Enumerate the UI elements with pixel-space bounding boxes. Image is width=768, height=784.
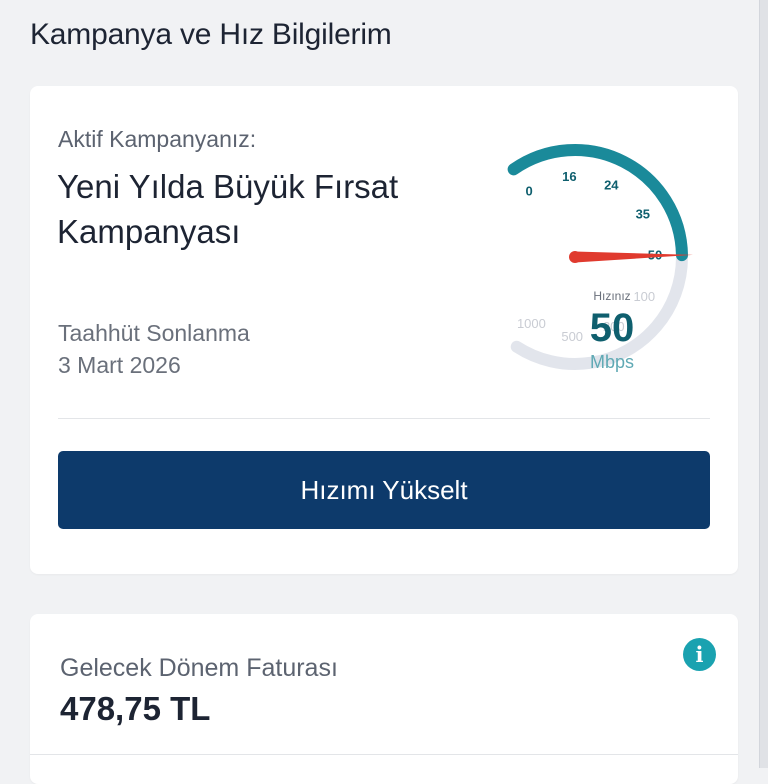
bill-card: Gelecek Dönem Faturası 478,75 TL i	[30, 614, 738, 784]
card-divider	[58, 418, 710, 419]
gauge-tick-500: 500	[561, 329, 583, 344]
info-icon[interactable]: i	[683, 638, 716, 671]
campaign-name: Yeni Yılda Büyük Fırsat Kampanyası	[57, 168, 399, 250]
speed-value: 50	[590, 306, 635, 350]
active-campaign-label: Aktif Kampanyanız:	[58, 126, 257, 152]
page-title: Kampanya ve Hız Bilgilerim	[30, 18, 392, 51]
speed-unit: Mbps	[590, 352, 634, 372]
speed-gauge: 0162435501002005001000 Hızınız 50 Mbps	[507, 144, 693, 372]
gauge-tick-24: 24	[604, 178, 619, 193]
gauge-progress	[507, 144, 688, 262]
gauge-needle-hub	[569, 251, 581, 263]
upgrade-speed-button[interactable]: Hızımı Yükselt	[58, 451, 710, 529]
gauge-tick-35: 35	[636, 207, 650, 222]
gauge-tick-1000: 1000	[517, 316, 546, 331]
gauge-tick-16: 16	[562, 169, 576, 184]
gauge-tick-100: 100	[633, 289, 655, 304]
bill-divider	[30, 754, 738, 755]
speed-label: Hızınız	[593, 289, 630, 303]
commitment-label: Taahhüt Sonlanma	[58, 320, 250, 346]
scrollbar[interactable]	[759, 0, 768, 768]
commitment-date: 3 Mart 2026	[58, 352, 181, 378]
next-bill-label: Gelecek Dönem Faturası	[60, 654, 338, 682]
next-bill-amount: 478,75 TL	[60, 690, 211, 727]
gauge-needle	[574, 251, 693, 263]
gauge-tick-0: 0	[525, 184, 532, 199]
campaign-card: Aktif Kampanyanız: Yeni Yılda Büyük Fırs…	[30, 86, 738, 574]
